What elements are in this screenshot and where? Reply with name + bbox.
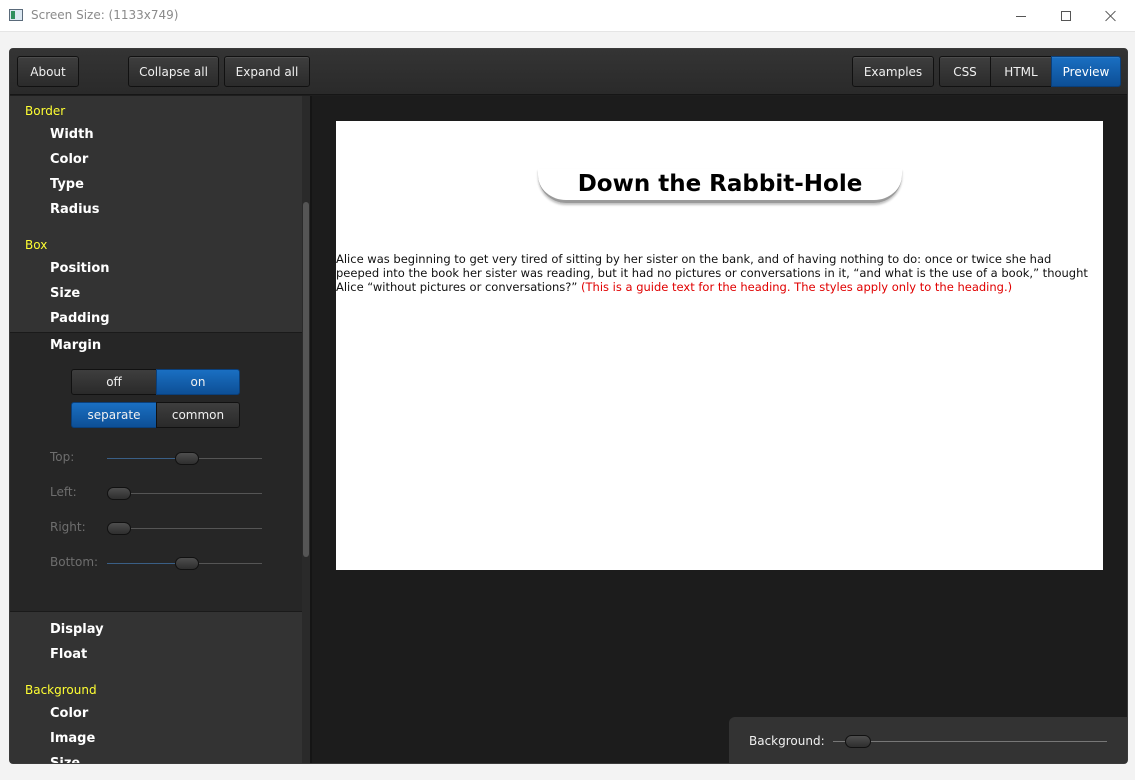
sidebar-item-box-float[interactable]: Float bbox=[50, 647, 87, 662]
sidebar-item-background-size[interactable]: Size bbox=[50, 756, 80, 763]
sidebar-item-box-display[interactable]: Display bbox=[50, 622, 104, 637]
properties-panel: Border Width Color Type Radius Box Posit… bbox=[10, 96, 310, 763]
margin-right-handle[interactable] bbox=[107, 522, 131, 535]
preview-paragraph: Alice was beginning to get very tired of… bbox=[336, 252, 1096, 294]
sidebar-item-border-type[interactable]: Type bbox=[50, 177, 84, 192]
preview-document: Down the Rabbit-Hole Alice was beginning… bbox=[336, 121, 1103, 570]
about-button[interactable]: About bbox=[17, 56, 79, 87]
margin-settings: Margin off on separate common Top: Left:… bbox=[10, 332, 302, 612]
examples-button[interactable]: Examples bbox=[852, 56, 934, 87]
tab-css[interactable]: CSS bbox=[939, 56, 991, 87]
preview-area: Down the Rabbit-Hole Alice was beginning… bbox=[312, 96, 1127, 763]
panel-scrollbar-thumb[interactable] bbox=[303, 202, 309, 557]
sidebar-item-background-image[interactable]: Image bbox=[50, 731, 95, 746]
toolbar: About Collapse all Expand all Examples C… bbox=[10, 49, 1127, 95]
margin-bottom-handle[interactable] bbox=[175, 557, 200, 570]
margin-common-button[interactable]: common bbox=[156, 402, 240, 428]
section-border-heading[interactable]: Border bbox=[25, 104, 65, 118]
window-titlebar: Screen Size: (1133x749) bbox=[0, 0, 1135, 32]
margin-separate-button[interactable]: separate bbox=[71, 402, 157, 428]
section-background-heading[interactable]: Background bbox=[25, 683, 97, 697]
sidebar-item-border-radius[interactable]: Radius bbox=[50, 202, 100, 217]
minimize-icon bbox=[1016, 15, 1026, 17]
background-control-panel: Background: bbox=[729, 717, 1127, 763]
margin-left-handle[interactable] bbox=[107, 487, 131, 500]
margin-right-label: Right: bbox=[50, 520, 86, 534]
window-title: Screen Size: (1133x749) bbox=[31, 8, 179, 22]
close-icon bbox=[1105, 10, 1117, 22]
minimize-button[interactable] bbox=[998, 0, 1044, 32]
app-icon bbox=[9, 9, 23, 21]
close-button[interactable] bbox=[1088, 0, 1134, 32]
margin-on-button[interactable]: on bbox=[156, 369, 240, 395]
margin-left-slider[interactable] bbox=[107, 487, 262, 500]
expand-all-button[interactable]: Expand all bbox=[224, 56, 310, 87]
collapse-all-button[interactable]: Collapse all bbox=[128, 56, 219, 87]
margin-top-label: Top: bbox=[50, 450, 75, 464]
tab-html[interactable]: HTML bbox=[990, 56, 1052, 87]
background-slider[interactable] bbox=[833, 735, 1107, 748]
sidebar-item-border-width[interactable]: Width bbox=[50, 127, 94, 142]
preview-guide-text: (This is a guide text for the heading. T… bbox=[581, 280, 1013, 294]
margin-top-slider[interactable] bbox=[107, 452, 262, 465]
maximize-icon bbox=[1061, 11, 1071, 21]
sidebar-item-box-size[interactable]: Size bbox=[50, 286, 80, 301]
margin-bottom-label: Bottom: bbox=[50, 555, 99, 569]
maximize-button[interactable] bbox=[1043, 0, 1089, 32]
tab-preview[interactable]: Preview bbox=[1051, 56, 1121, 87]
panel-scrollbar[interactable] bbox=[302, 96, 310, 763]
sidebar-item-box-padding[interactable]: Padding bbox=[50, 311, 110, 326]
margin-top-handle[interactable] bbox=[175, 452, 200, 465]
sidebar-item-box-position[interactable]: Position bbox=[50, 261, 110, 276]
margin-bottom-slider[interactable] bbox=[107, 557, 262, 570]
margin-left-label: Left: bbox=[50, 485, 77, 499]
app-frame: About Collapse all Expand all Examples C… bbox=[9, 48, 1128, 764]
background-label: Background: bbox=[749, 734, 825, 748]
sidebar-item-box-margin[interactable]: Margin bbox=[50, 338, 101, 353]
sidebar-item-background-color[interactable]: Color bbox=[50, 706, 88, 721]
background-slider-handle[interactable] bbox=[845, 735, 872, 748]
margin-right-slider[interactable] bbox=[107, 522, 262, 535]
margin-off-button[interactable]: off bbox=[71, 369, 157, 395]
preview-heading: Down the Rabbit-Hole bbox=[538, 169, 902, 203]
sidebar-item-border-color[interactable]: Color bbox=[50, 152, 88, 167]
section-box-heading[interactable]: Box bbox=[25, 238, 47, 252]
